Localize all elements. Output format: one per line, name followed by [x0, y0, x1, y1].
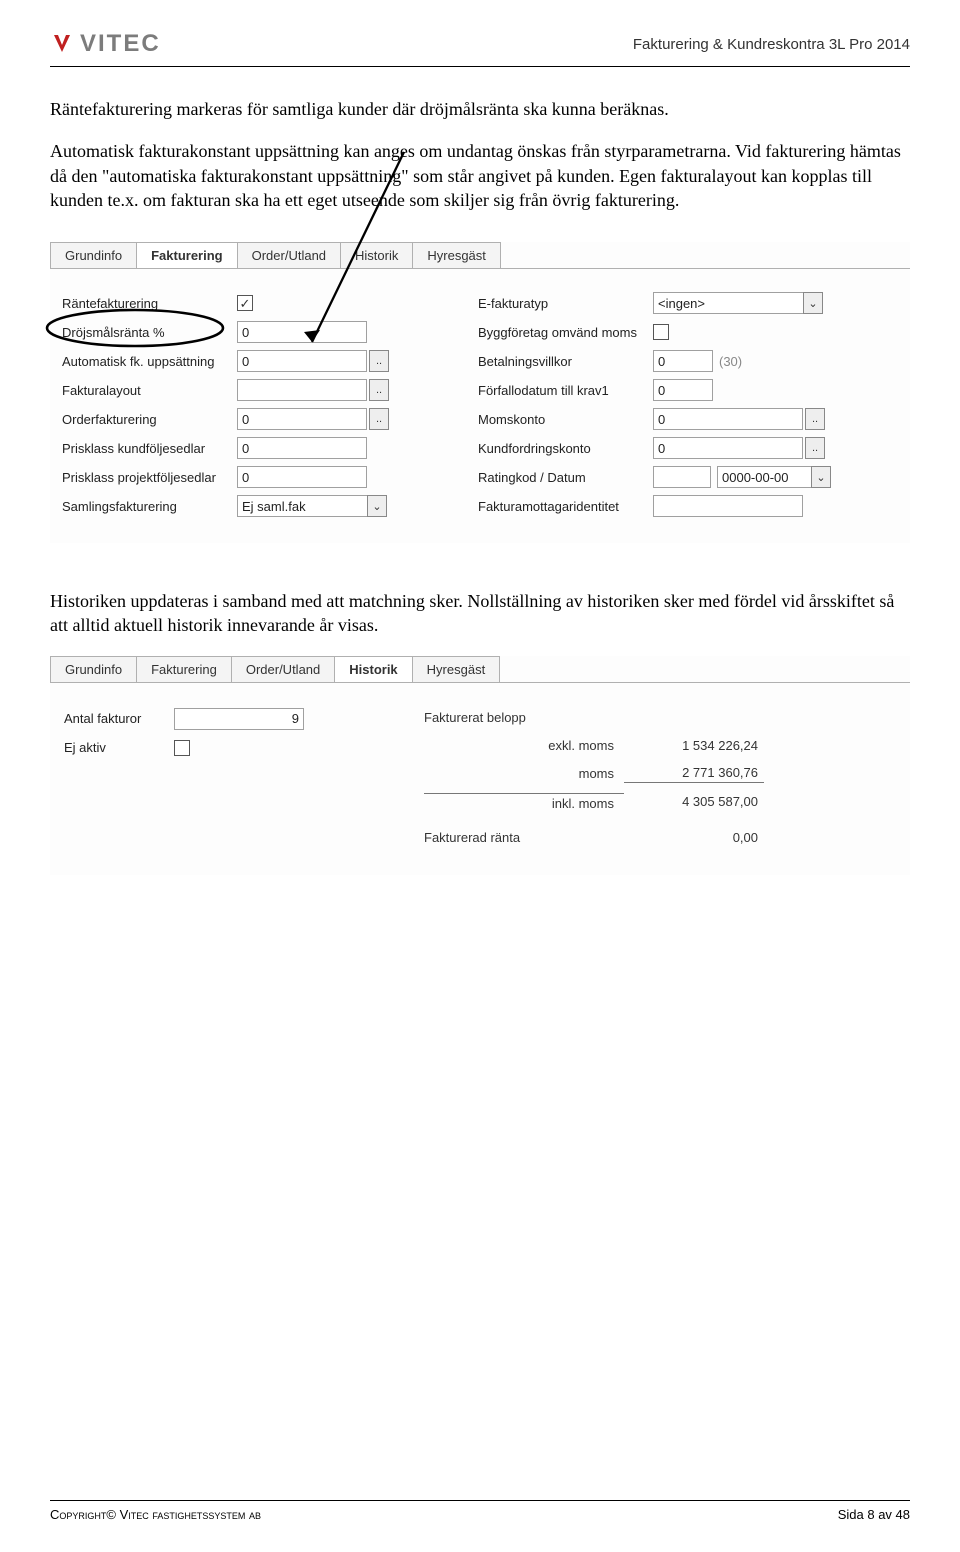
checkbox-byggforetag[interactable]: [653, 324, 669, 340]
label-fakturamottagaridentitet: Fakturamottagaridentitet: [478, 499, 653, 514]
page-header: VITEC Fakturering & Kundreskontra 3L Pro…: [50, 30, 910, 58]
label-byggforetag: Byggföretag omvänd moms: [478, 325, 653, 340]
input-ratingkod[interactable]: [653, 466, 711, 488]
input-fakturamottagaridentitet[interactable]: [653, 495, 803, 517]
chevron-down-icon[interactable]: ⌄: [367, 495, 387, 517]
chevron-down-icon[interactable]: ⌄: [803, 292, 823, 314]
tab-grundinfo[interactable]: Grundinfo: [50, 242, 137, 268]
lookup-kundfordringskonto-button[interactable]: ..: [805, 437, 825, 459]
input-orderfakturering[interactable]: [237, 408, 367, 430]
lookup-autofk-button[interactable]: ..: [369, 350, 389, 372]
input-autofk[interactable]: [237, 350, 367, 372]
input-kundfordringskonto[interactable]: [653, 437, 803, 459]
label-rantefakturering: Räntefakturering: [62, 296, 237, 311]
input-betalningsvillkor[interactable]: [653, 350, 713, 372]
label-drojsmalsranta: Dröjsmålsränta %: [62, 325, 237, 340]
label-fakturalayout: Fakturalayout: [62, 383, 237, 398]
tab-fakturering[interactable]: Fakturering: [136, 242, 238, 268]
label-orderfakturering: Orderfakturering: [62, 412, 237, 427]
input-fakturalayout[interactable]: [237, 379, 367, 401]
label-prisklass-kund: Prisklass kundföljesedlar: [62, 441, 237, 456]
lookup-momskonto-button[interactable]: ..: [805, 408, 825, 430]
tab-hyresgast-2[interactable]: Hyresgäst: [412, 656, 501, 682]
lookup-fakturalayout-button[interactable]: ..: [369, 379, 389, 401]
input-momskonto[interactable]: [653, 408, 803, 430]
label-momskonto: Momskonto: [478, 412, 653, 427]
label-autofk: Automatisk fk. uppsättning: [62, 354, 237, 369]
footer-rule: [50, 1500, 910, 1501]
input-ratingdatum[interactable]: [717, 466, 811, 488]
tab-order-utland[interactable]: Order/Utland: [237, 242, 341, 268]
vitec-logo-icon: [50, 32, 74, 56]
checkbox-ej-aktiv[interactable]: [174, 740, 190, 756]
label-efakturatyp: E-fakturatyp: [478, 296, 653, 311]
header-rule: [50, 66, 910, 67]
checkbox-rantefakturering[interactable]: ✓: [237, 295, 253, 311]
label-kundfordringskonto: Kundfordringskonto: [478, 441, 653, 456]
tab-order-utland-2[interactable]: Order/Utland: [231, 656, 335, 682]
tabbar-1: Grundinfo Fakturering Order/Utland Histo…: [50, 242, 910, 269]
label-prisklass-proj: Prisklass projektföljesedlar: [62, 470, 237, 485]
label-forfallodatum: Förfallodatum till krav1: [478, 383, 653, 398]
value-inkl-moms: 4 305 587,00: [624, 794, 764, 809]
label-ratingkod: Ratingkod / Datum: [478, 470, 653, 485]
input-prisklass-proj[interactable]: [237, 466, 367, 488]
input-antal-fakturor[interactable]: [174, 708, 304, 730]
label-ej-aktiv: Ej aktiv: [64, 740, 174, 755]
footer-copyright: Copyright© Vitec fastighetssystem ab: [50, 1507, 261, 1522]
select-efakturatyp[interactable]: [653, 292, 803, 314]
tab-grundinfo-2[interactable]: Grundinfo: [50, 656, 137, 682]
paragraph-2: Automatisk fakturakonstant uppsättning k…: [50, 139, 910, 212]
input-prisklass-kund[interactable]: [237, 437, 367, 459]
label-antal-fakturor: Antal fakturor: [64, 711, 174, 726]
paragraph-1: Räntefakturering markeras för samtliga k…: [50, 97, 910, 121]
footer-page: Sida 8 av 48: [838, 1507, 910, 1522]
doc-title: Fakturering & Kundreskontra 3L Pro 2014: [633, 36, 910, 53]
label-inkl-moms: inkl. moms: [424, 793, 624, 811]
value-moms: 2 771 360,76: [624, 765, 764, 783]
label-exkl-moms: exkl. moms: [424, 738, 624, 753]
value-fakturerad-ranta: 0,00: [624, 830, 764, 845]
tab-historik-2[interactable]: Historik: [334, 656, 412, 682]
chevron-down-icon[interactable]: ⌄: [811, 466, 831, 488]
hint-betalningsvillkor: (30): [719, 354, 742, 369]
label-betalningsvillkor: Betalningsvillkor: [478, 354, 653, 369]
screenshot-fakturering: Grundinfo Fakturering Order/Utland Histo…: [50, 242, 910, 543]
lookup-orderfakturering-button[interactable]: ..: [369, 408, 389, 430]
tab-fakturering-2[interactable]: Fakturering: [136, 656, 232, 682]
logo: VITEC: [50, 30, 161, 58]
input-forfallodatum[interactable]: [653, 379, 713, 401]
select-samlingsfakturering[interactable]: [237, 495, 367, 517]
label-fakturerat-belopp: Fakturerat belopp: [424, 710, 624, 725]
tab-historik[interactable]: Historik: [340, 242, 413, 268]
label-samlingsfakturering: Samlingsfakturering: [62, 499, 237, 514]
screenshot-historik: Grundinfo Fakturering Order/Utland Histo…: [50, 656, 910, 875]
label-moms: moms: [424, 766, 624, 781]
tab-hyresgast[interactable]: Hyresgäst: [412, 242, 501, 268]
logo-text: VITEC: [80, 30, 161, 58]
page-footer: Copyright© Vitec fastighetssystem ab Sid…: [50, 1493, 910, 1522]
input-drojsmalsranta[interactable]: [237, 321, 367, 343]
tabbar-2: Grundinfo Fakturering Order/Utland Histo…: [50, 656, 910, 683]
paragraph-3: Historiken uppdateras i samband med att …: [50, 589, 910, 638]
label-fakturerad-ranta: Fakturerad ränta: [424, 830, 624, 845]
value-exkl-moms: 1 534 226,24: [624, 738, 764, 753]
